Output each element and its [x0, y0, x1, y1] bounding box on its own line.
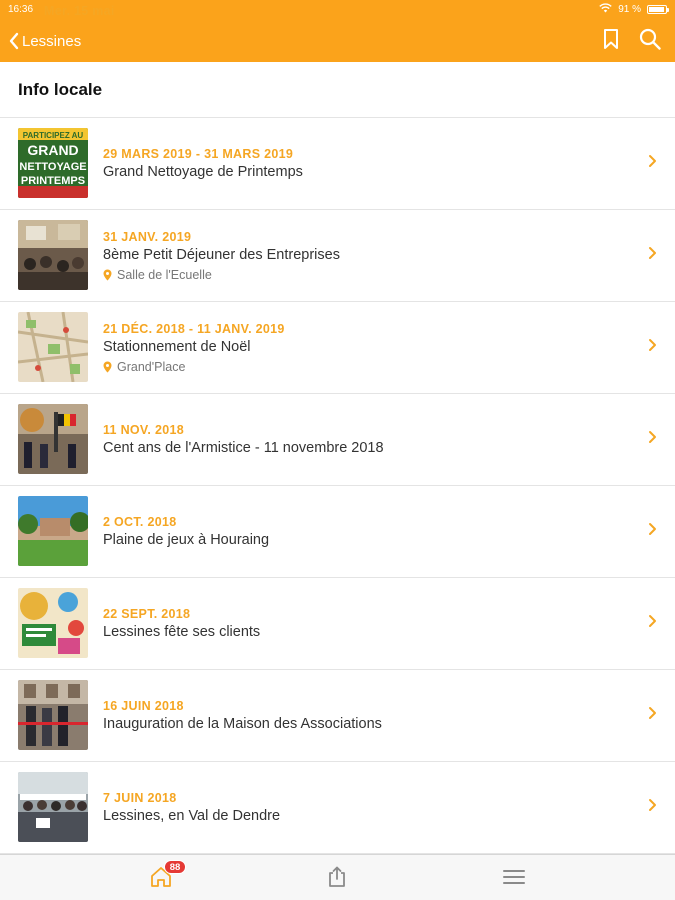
- item-location: Grand'Place: [103, 360, 625, 374]
- poster-line-3: NETTOYAGE: [19, 161, 86, 173]
- battery-icon: [647, 5, 669, 14]
- item-date: 7 JUIN 2018: [103, 791, 177, 805]
- chevron-right-icon: [648, 522, 657, 541]
- wifi-icon: [599, 3, 612, 16]
- list-item[interactable]: 7 JUIN 2018 Lessines, en Val de Dendre: [0, 762, 675, 854]
- location-pin-icon: [103, 361, 112, 372]
- chevron-right-icon: [648, 614, 657, 633]
- thumbnail-inauguration-photo: [18, 680, 88, 750]
- item-info: 7 JUIN 2018 Lessines, en Val de Dendre: [103, 762, 625, 853]
- item-title: Stationnement de Noël: [103, 338, 251, 355]
- menu-icon: [503, 870, 525, 884]
- notification-badge: 88: [164, 860, 186, 874]
- item-date: 21 DÉC. 2018 - 11 JANV. 2019: [103, 321, 285, 336]
- thumbnail-cleanup-poster: PARTICIPEZ AU GRAND NETTOYAGE PRINTEMPS: [18, 128, 88, 198]
- item-title: Plaine de jeux à Houraing: [103, 532, 270, 548]
- bottom-tab-bar: 88: [0, 854, 675, 900]
- chevron-right-icon: [648, 154, 657, 173]
- list-item[interactable]: 16 JUIN 2018 Inauguration de la Maison d…: [0, 670, 675, 762]
- item-location-label: Grand'Place: [117, 359, 186, 374]
- item-info: 31 JANV. 2019 8ème Petit Déjeuner des En…: [103, 210, 625, 301]
- list-item[interactable]: 22 SEPT. 2018 Lessines fête ses clients: [0, 578, 675, 670]
- battery-fill: [649, 7, 664, 12]
- back-chevron-icon: [9, 32, 19, 50]
- back-button[interactable]: Lessines: [8, 28, 81, 54]
- thumbnail-parking-map: [18, 312, 88, 382]
- item-date: 22 SEPT. 2018: [103, 607, 191, 621]
- item-info: 11 NOV. 2018 Cent ans de l'Armistice - 1…: [103, 394, 625, 485]
- tab-home[interactable]: 88: [150, 860, 186, 893]
- status-bar: 16:36 Mer. 15 mai 91 %: [0, 0, 675, 20]
- section-title: Info locale: [18, 80, 103, 99]
- item-location-label: Salle de l'Ecuelle: [117, 267, 212, 282]
- list-item[interactable]: 11 NOV. 2018 Cent ans de l'Armistice - 1…: [0, 394, 675, 486]
- thumbnail-group-photo: [18, 772, 88, 842]
- item-info: 21 DÉC. 2018 - 11 JANV. 2019 Stationneme…: [103, 302, 625, 393]
- news-list: PARTICIPEZ AU GRAND NETTOYAGE PRINTEMPS …: [0, 118, 675, 854]
- item-title: 8ème Petit Déjeuner des Entreprises: [103, 246, 340, 263]
- poster-line-2: GRAND: [27, 142, 78, 158]
- item-date: 11 NOV. 2018: [103, 423, 184, 437]
- thumbnail-playground-photo: [18, 496, 88, 566]
- chevron-right-icon: [648, 246, 657, 265]
- item-date: 31 JANV. 2019: [103, 229, 192, 244]
- search-icon[interactable]: [639, 28, 661, 50]
- chevron-right-icon: [648, 338, 657, 357]
- chevron-right-icon: [648, 706, 657, 725]
- item-title: Lessines, en Val de Dendre: [103, 808, 281, 824]
- list-item[interactable]: 31 JANV. 2019 8ème Petit Déjeuner des En…: [0, 210, 675, 302]
- item-date: 2 OCT. 2018: [103, 515, 177, 529]
- chevron-right-icon: [648, 430, 657, 449]
- thumbnail-shop-poster: [18, 588, 88, 658]
- poster-line-4: PRINTEMPS: [21, 175, 85, 187]
- tab-share[interactable]: [327, 866, 347, 893]
- bookmark-icon[interactable]: [603, 28, 619, 50]
- list-item[interactable]: PARTICIPEZ AU GRAND NETTOYAGE PRINTEMPS …: [0, 118, 675, 210]
- chevron-right-icon: [648, 798, 657, 817]
- thumbnail-armistice-photo: [18, 404, 88, 474]
- nav-actions: [603, 28, 661, 50]
- share-icon: [329, 866, 345, 887]
- location-pin-icon: [103, 269, 112, 280]
- back-label: Lessines: [22, 32, 82, 50]
- battery-percent: 91 %: [618, 4, 641, 15]
- item-info: 29 MARS 2019 - 31 MARS 2019 Grand Nettoy…: [103, 118, 625, 209]
- item-title: Lessines fête ses clients: [103, 624, 261, 640]
- list-item[interactable]: 21 DÉC. 2018 - 11 JANV. 2019 Stationneme…: [0, 302, 675, 394]
- item-date: 29 MARS 2019 - 31 MARS 2019: [103, 147, 294, 161]
- item-location: Salle de l'Ecuelle: [103, 268, 625, 282]
- poster-line-1: PARTICIPEZ AU: [23, 131, 84, 140]
- status-time: 16:36: [8, 4, 34, 15]
- status-right: 91 %: [599, 3, 669, 16]
- tab-menu[interactable]: [503, 868, 525, 891]
- status-date: Mer. 15 mai: [44, 4, 115, 18]
- item-date: 16 JUIN 2018: [103, 699, 184, 713]
- item-info: 2 OCT. 2018 Plaine de jeux à Houraing: [103, 486, 625, 577]
- item-info: 22 SEPT. 2018 Lessines fête ses clients: [103, 578, 625, 669]
- item-title: Grand Nettoyage de Printemps: [103, 164, 303, 180]
- item-title: Cent ans de l'Armistice - 11 novembre 20…: [103, 440, 384, 456]
- top-bar: 16:36 Mer. 15 mai 91 % Lessines: [0, 0, 675, 62]
- thumbnail-breakfast-photo: [18, 220, 88, 290]
- list-item[interactable]: 2 OCT. 2018 Plaine de jeux à Houraing: [0, 486, 675, 578]
- item-info: 16 JUIN 2018 Inauguration de la Maison d…: [103, 670, 625, 761]
- item-title: Inauguration de la Maison des Associatio…: [103, 716, 382, 732]
